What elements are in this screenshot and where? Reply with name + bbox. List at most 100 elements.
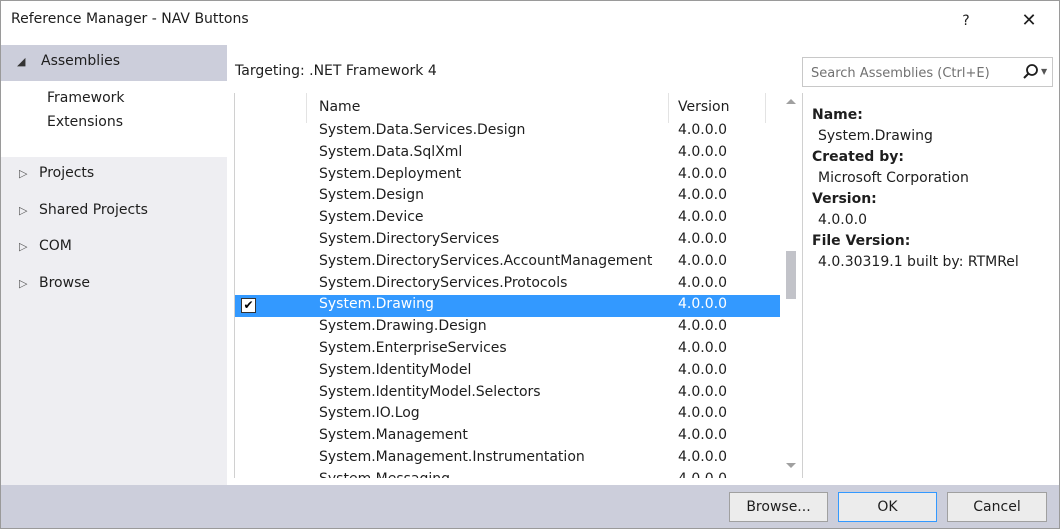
row-checkbox[interactable]: ✔: [241, 298, 256, 314]
column-header-name[interactable]: Name: [319, 99, 360, 115]
search-box: ▼: [802, 57, 1053, 87]
row-version: 4.0.0.0: [678, 209, 727, 226]
detail-version-label: Version:: [812, 191, 877, 207]
assembly-list: Name Version System.Data.Services.Design…: [234, 93, 803, 478]
detail-created-label: Created by:: [812, 149, 904, 165]
row-version: 4.0.0.0: [678, 230, 727, 247]
sidebar-item-label: Assemblies: [41, 53, 120, 69]
sidebar-item-com[interactable]: ▷ COM: [1, 235, 227, 261]
row-name: System.Data.Services.Design: [319, 122, 526, 138]
column-header-version[interactable]: Version: [678, 99, 729, 115]
table-row[interactable]: System.IdentityModel.Selectors 4.0.0.0: [235, 383, 780, 405]
table-row[interactable]: System.DirectoryServices.Protocols 4.0.0.…: [235, 274, 780, 296]
targeting-label: Targeting: .NET Framework 4: [235, 63, 437, 79]
table-row[interactable]: System.IdentityModel 4.0.0.0: [235, 361, 780, 383]
row-version: 4.0.0.0: [678, 252, 727, 269]
sidebar-item-label: COM: [39, 238, 72, 254]
sidebar-item-framework[interactable]: Framework: [47, 87, 125, 109]
collapsed-triangle-icon: ▷: [19, 240, 28, 253]
row-version: 4.0.0.0: [678, 471, 727, 478]
detail-version-value: 4.0.0.0: [818, 212, 867, 228]
row-version: 4.0.0.0: [678, 318, 727, 335]
row-version: 4.0.0.0: [678, 339, 727, 356]
collapsed-triangle-icon: ▷: [19, 204, 28, 217]
row-name: System.IO.Log: [319, 405, 420, 422]
row-name: System.Drawing: [319, 296, 434, 313]
window-title: Reference Manager - NAV Buttons: [11, 11, 249, 27]
row-version: 4.0.0.0: [678, 383, 727, 400]
row-version: 4.0.0.0: [678, 405, 727, 422]
row-version: 4.0.0.0: [678, 448, 727, 465]
table-row[interactable]: System.EnterpriseServices 4.0.0.0: [235, 339, 780, 361]
table-row[interactable]: System.IO.Log 4.0.0.0: [235, 404, 780, 426]
row-name: System.Deployment: [319, 165, 462, 182]
column-divider[interactable]: [765, 93, 766, 123]
row-version: 4.0.0.0: [678, 361, 727, 378]
sidebar-item-assemblies[interactable]: ◢ Assemblies: [1, 45, 227, 81]
search-options-dropdown-icon[interactable]: ▼: [1041, 67, 1047, 76]
search-icon[interactable]: [1021, 62, 1041, 82]
collapsed-triangle-icon: ▷: [19, 167, 28, 180]
table-row[interactable]: System.DirectoryServices 4.0.0.0: [235, 230, 780, 252]
list-header: Name Version: [235, 93, 780, 123]
row-name: System.DirectoryServices.Protocols: [319, 274, 568, 291]
sidebar-item-label: Projects: [39, 165, 95, 181]
row-name: System.Drawing.Design: [319, 318, 487, 335]
table-row[interactable]: System.Data.Services.Design 4.0.0.0: [235, 121, 780, 143]
row-version: 4.0.0.0: [678, 122, 727, 138]
row-name: System.Messaging: [319, 471, 450, 478]
row-name: System.IdentityModel: [319, 361, 472, 378]
table-row[interactable]: System.Management 4.0.0.0: [235, 426, 780, 448]
reference-manager-dialog: Reference Manager - NAV Buttons ? ✕ ◢ As…: [0, 0, 1060, 529]
row-name: System.DirectoryServices.AccountManageme…: [319, 252, 653, 269]
cancel-button[interactable]: Cancel: [947, 492, 1047, 522]
sidebar-item-extensions[interactable]: Extensions: [47, 111, 123, 133]
row-name: System.Management.Instrumentation: [319, 448, 585, 465]
browse-button[interactable]: Browse...: [729, 492, 828, 522]
row-version: 4.0.0.0: [678, 274, 727, 291]
detail-name-label: Name:: [812, 107, 863, 123]
row-name: System.Data.SqlXml: [319, 143, 463, 160]
row-version: 4.0.0.0: [678, 427, 727, 444]
table-row[interactable]: System.Deployment 4.0.0.0: [235, 165, 780, 187]
assemblies-subitems: Framework Extensions: [1, 81, 227, 157]
detail-file-version-value: 4.0.30319.1 built by: RTMRel: [818, 254, 1019, 270]
sidebar-item-projects[interactable]: ▷ Projects: [1, 162, 227, 188]
column-divider[interactable]: [668, 93, 669, 123]
row-version: 4.0.0.0: [678, 187, 727, 204]
detail-file-version-label: File Version:: [812, 233, 911, 249]
row-name: System.IdentityModel.Selectors: [319, 383, 541, 400]
category-sidebar: ◢ Assemblies Framework Extensions ▷ Proj…: [1, 45, 227, 485]
scroll-down-arrow-icon[interactable]: [786, 463, 796, 468]
search-input[interactable]: [809, 62, 1013, 84]
table-row[interactable]: System.Drawing.Design 4.0.0.0: [235, 317, 780, 339]
row-name: System.DirectoryServices: [319, 230, 500, 247]
vertical-scrollbar[interactable]: [780, 93, 802, 478]
scroll-up-arrow-icon[interactable]: [786, 99, 796, 104]
sidebar-item-browse[interactable]: ▷ Browse: [1, 272, 227, 298]
details-panel: Name: System.Drawing Created by: Microso…: [802, 93, 1053, 478]
close-button[interactable]: ✕: [1011, 8, 1047, 34]
ok-button[interactable]: OK: [838, 492, 937, 522]
help-button[interactable]: ?: [951, 8, 981, 34]
table-row[interactable]: System.Design 4.0.0.0: [235, 186, 780, 208]
table-row[interactable]: ✔ System.Drawing 4.0.0.0: [235, 295, 780, 318]
table-row[interactable]: System.Messaging 4.0.0.0: [235, 470, 780, 478]
title-bar: Reference Manager - NAV Buttons ? ✕: [1, 1, 1059, 45]
table-row[interactable]: System.Data.SqlXml 4.0.0.0: [235, 143, 780, 165]
scroll-thumb[interactable]: [786, 251, 796, 299]
collapsed-triangle-icon: ▷: [19, 277, 28, 290]
row-name: System.Device: [319, 209, 424, 226]
row-name: System.EnterpriseServices: [319, 339, 507, 356]
column-header-check[interactable]: [235, 93, 307, 123]
row-version: 4.0.0.0: [678, 143, 727, 160]
sidebar-item-label: Browse: [39, 275, 90, 291]
row-name: System.Management: [319, 427, 468, 444]
row-name: System.Design: [319, 187, 424, 204]
row-version: 4.0.0.0: [678, 296, 727, 313]
sidebar-item-shared-projects[interactable]: ▷ Shared Projects: [1, 199, 227, 225]
table-row[interactable]: System.Device 4.0.0.0: [235, 208, 780, 230]
row-version: 4.0.0.0: [678, 165, 727, 182]
table-row[interactable]: System.Management.Instrumentation 4.0.0.0: [235, 448, 780, 470]
table-row[interactable]: System.DirectoryServices.AccountManageme…: [235, 252, 780, 274]
